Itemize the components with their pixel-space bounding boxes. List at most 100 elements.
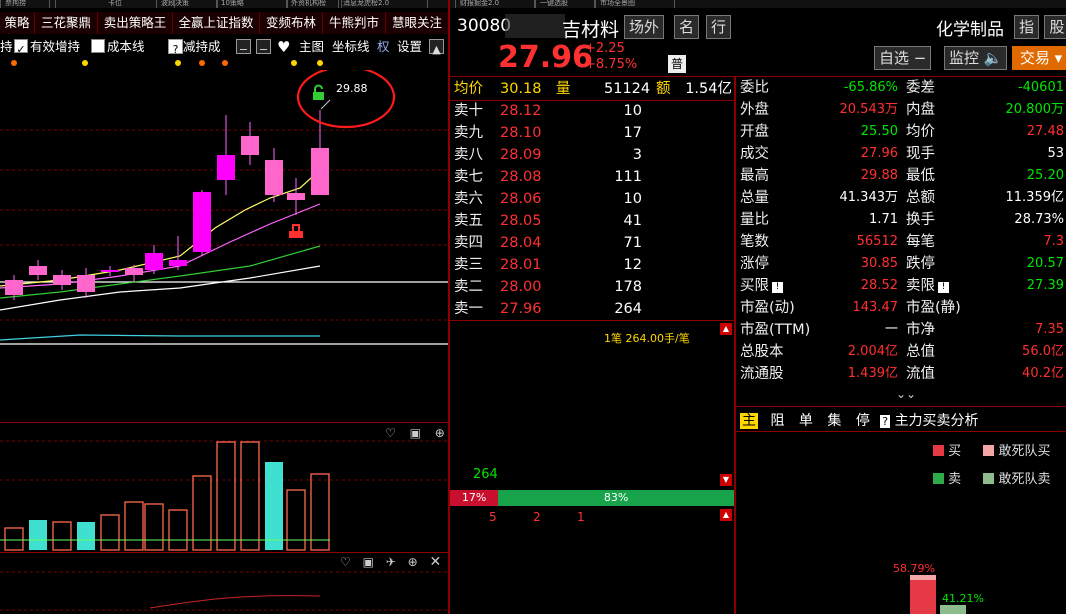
sell-swatch — [933, 473, 944, 484]
tab-resist[interactable]: 阻 — [770, 413, 784, 429]
warning-icon: ! — [772, 282, 783, 293]
window-icon[interactable]: ▣ — [410, 426, 421, 440]
scroll-down-icon[interactable]: ▼ — [720, 474, 732, 486]
volume-bar — [310, 473, 330, 551]
order-book-row[interactable]: 卖七 28.08 111 — [454, 166, 724, 188]
chart-toolbar: 持 ✓ 有效增持 成本线 ? 减持成 − − ♥ 主图 坐标线 权 设置 ▲ — [0, 37, 448, 57]
order-book-row[interactable]: 卖二 28.00 178 — [454, 276, 724, 298]
top-tab-4[interactable]: 外资机构榜 — [286, 0, 342, 8]
order-level: 卖二 — [454, 279, 483, 295]
tab-single[interactable]: 单 — [799, 413, 813, 429]
indicator-chart[interactable] — [0, 570, 448, 614]
order-level: 卖六 — [454, 191, 483, 207]
zoom-icon[interactable]: ⊕ — [408, 555, 418, 569]
tab-strategy[interactable]: 策略 — [0, 12, 35, 34]
effective-add-toggle[interactable]: ✓ 有效增持 — [14, 37, 80, 57]
order-book-row[interactable]: 卖九 28.10 17 — [454, 122, 724, 144]
order-book-row[interactable]: 卖五 28.05 41 — [454, 210, 724, 232]
stat-label: 流通股 — [740, 366, 784, 382]
industry-label[interactable]: 化学制品 — [936, 15, 1004, 40]
sell-percent: 41.21% — [942, 592, 984, 605]
stat-label: 现手 — [906, 146, 935, 162]
top-tab-5[interactable]: 消息龙虎榜2.0 — [338, 0, 428, 8]
checkbox-checked-icon[interactable]: ✓ — [14, 39, 28, 56]
tab-main[interactable]: 主 — [740, 413, 758, 429]
main-chart-button[interactable]: 主图 — [299, 37, 324, 57]
heart-icon[interactable]: ♥ — [277, 37, 290, 57]
candle-body — [53, 275, 71, 285]
top-tab-8[interactable]: 市场全景图 — [595, 0, 675, 8]
dead-sell-swatch — [983, 473, 995, 484]
tab-sanhua[interactable]: 三花聚鼎 — [35, 12, 98, 34]
index-button[interactable]: 指 — [1014, 15, 1040, 39]
speaker-icon: 🔈 — [983, 49, 1003, 67]
candlestick-chart[interactable]: 29.88 — [0, 70, 448, 422]
tab-bull-bear[interactable]: 牛熊判市 — [323, 12, 386, 34]
expand-chevron-icon[interactable]: ⌄⌄ — [896, 387, 916, 401]
minus-button[interactable]: − — [256, 37, 271, 57]
industry-button[interactable]: 行 — [706, 15, 732, 39]
trade-button[interactable]: 交易 ▾ — [1012, 46, 1066, 70]
candle-body — [193, 192, 211, 252]
stat-row: 笔数 56512 每笔 7.3 — [740, 231, 1064, 253]
order-book-row[interactable]: 卖四 28.04 71 — [454, 232, 724, 254]
scroll-up-icon[interactable]: ▲ — [720, 323, 732, 335]
minus-icon[interactable]: − — [256, 39, 271, 56]
collapse-button[interactable]: − — [236, 37, 251, 57]
order-price: 28.08 — [500, 169, 542, 185]
watchlist-button[interactable]: 自选 − — [874, 46, 932, 70]
top-tab-0[interactable]: 票拘捞 — [0, 0, 50, 8]
help-icon[interactable]: ? — [880, 415, 891, 428]
arrow-up-icon[interactable]: ▲ — [429, 39, 444, 56]
tab-sell-king[interactable]: 卖出策略王 — [98, 12, 173, 34]
top-tab-3[interactable]: 10策略 — [216, 0, 288, 8]
monitor-button[interactable]: 监控 🔈 — [944, 46, 1008, 70]
name-button[interactable]: 名 — [674, 15, 700, 39]
order-book-row[interactable]: 卖六 28.06 10 — [454, 188, 724, 210]
tab-shanghai-index[interactable]: 全赢上证指数 — [173, 12, 260, 34]
order-book-row[interactable]: 卖三 28.01 12 — [454, 254, 724, 276]
quan-button[interactable]: 权 — [377, 37, 390, 57]
share-button[interactable]: 股 — [1044, 15, 1066, 39]
tab-watch[interactable]: 慧眼关注 — [386, 12, 449, 34]
candle-body — [5, 280, 23, 295]
help-icon[interactable]: ? — [168, 39, 183, 56]
heart-outline-icon[interactable]: ♡ — [340, 555, 351, 569]
sell-ratio: 83% — [498, 490, 734, 506]
stat-value: 56512 — [856, 234, 898, 249]
settings-button[interactable]: 设置 — [397, 37, 422, 57]
field-button[interactable]: 场外 — [624, 15, 665, 39]
order-book-row[interactable]: 卖十 28.12 10 — [454, 100, 724, 122]
top-tab-2[interactable]: 波段决策 — [156, 0, 218, 8]
order-book-row[interactable]: 卖八 28.09 3 — [454, 144, 724, 166]
candle-body — [29, 266, 47, 275]
checkbox-icon[interactable] — [91, 39, 105, 53]
minus-icon[interactable]: − — [236, 39, 251, 56]
candle-body — [311, 148, 329, 195]
reduce-hold-toggle[interactable]: ? 减持成 — [168, 37, 221, 57]
top-tab-7[interactable]: 一键选股 — [535, 0, 595, 8]
expand-button[interactable]: ▲ — [429, 37, 444, 57]
order-volume: 12 — [623, 257, 642, 273]
tab-collect[interactable]: 集 — [827, 413, 841, 429]
cost-line-toggle[interactable]: 成本线 — [91, 37, 145, 57]
stat-value: 20.543万 — [839, 102, 899, 117]
candle-body — [145, 253, 163, 270]
order-book-row[interactable]: 卖一 27.96 264 — [454, 298, 724, 320]
volume-bar — [265, 462, 283, 550]
heart-outline-icon[interactable]: ♡ — [385, 426, 396, 440]
tick-count-1: 5 — [489, 510, 497, 524]
zoom-icon[interactable]: ⊕ — [435, 426, 445, 440]
pin-icon[interactable]: ✈ — [386, 555, 396, 569]
close-icon[interactable]: ✕ — [430, 554, 442, 570]
tab-bollinger[interactable]: 变频布林 — [260, 12, 323, 34]
stat-row: 成交 27.96 现手 53 — [740, 143, 1064, 165]
top-tab-6[interactable]: 财报掘金2.0 — [455, 0, 535, 8]
volume-chart[interactable] — [0, 440, 448, 552]
stat-label: 卖限! — [906, 275, 949, 297]
tab-stop[interactable]: 停 — [856, 413, 870, 429]
coord-line-button[interactable]: 坐标线 — [332, 37, 370, 57]
order-level: 卖十 — [454, 103, 483, 119]
scroll-up-icon-2[interactable]: ▲ — [720, 509, 732, 521]
window-icon[interactable]: ▣ — [363, 555, 374, 569]
